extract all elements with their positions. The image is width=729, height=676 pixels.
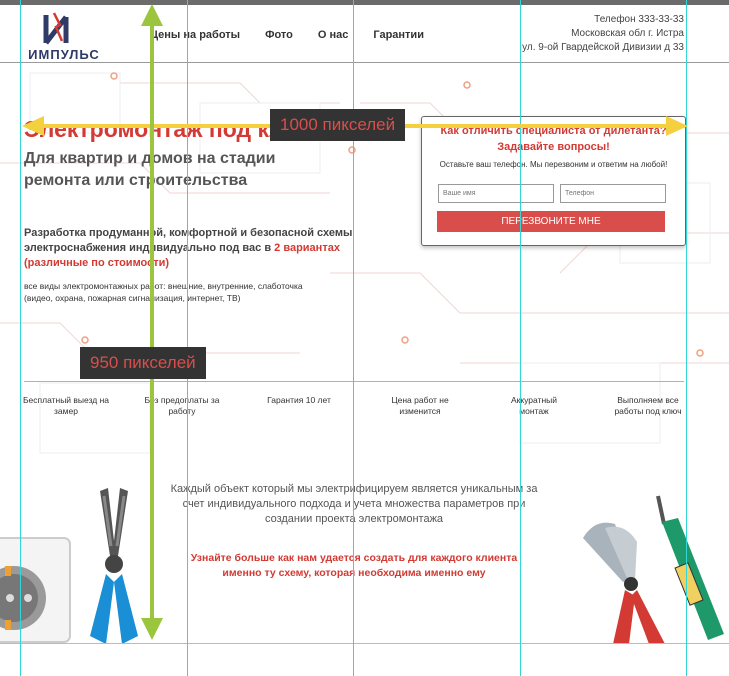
- width-arrow-left-head: [22, 116, 44, 136]
- height-label: 950 пикселей: [80, 347, 206, 379]
- width-arrow-right-head: [666, 116, 688, 136]
- height-arrow-top-head: [141, 4, 163, 26]
- width-label: 1000 пикселей: [270, 109, 406, 141]
- dimension-arrows: [22, 4, 688, 640]
- height-arrow-bottom-head: [141, 618, 163, 640]
